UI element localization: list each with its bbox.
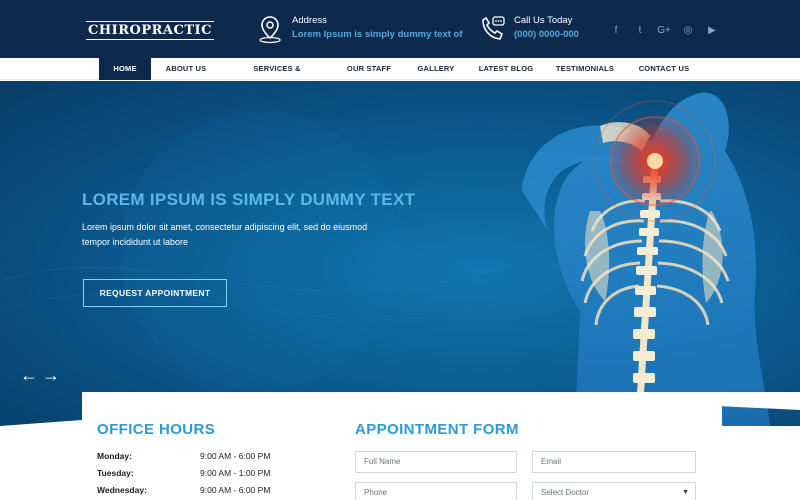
hours-time: 9:00 AM - 1:00 PM	[200, 468, 271, 478]
social-links: f t G+ ◎ ▶	[610, 24, 718, 36]
nav-item-our-staff[interactable]: OUR STAFF	[342, 58, 396, 80]
chevron-down-icon: ▼	[682, 489, 689, 496]
hours-row: Monday: 9:00 AM - 6:00 PM	[97, 451, 270, 461]
main-nav: HOME ABOUT US SERVICES & TECHNIQUES OUR …	[0, 58, 800, 95]
hero-slider: LOREM IPSUM IS SIMPLY DUMMY TEXT Lorem i…	[0, 81, 800, 426]
nav-item-latest-blog[interactable]: LATEST BLOG	[476, 58, 536, 80]
nav-item-testimonials[interactable]: TESTIMONIALS	[553, 58, 617, 80]
twitter-icon[interactable]: t	[634, 24, 646, 36]
hero-skeleton-illustration	[0, 92, 770, 426]
youtube-icon[interactable]: ▶	[706, 24, 718, 36]
phone-label: Call Us Today	[514, 15, 573, 26]
address-value: Lorem Ipsum is simply dummy text of	[292, 29, 463, 40]
select-doctor-dropdown[interactable]: Select Doctor ▼	[532, 482, 696, 500]
phone-block: Call Us Today (000) 0000-000	[478, 14, 579, 44]
hours-row: Tuesday: 9:00 AM - 1:00 PM	[97, 468, 270, 478]
hero-text: Lorem ipsum dolor sit amet, consectetur …	[82, 222, 368, 247]
full-name-input[interactable]: Full Name	[355, 451, 517, 473]
appointment-form-title: APPOINTMENT FORM	[355, 421, 519, 438]
hero-title: LOREM IPSUM IS SIMPLY DUMMY TEXT	[82, 190, 416, 209]
nav-item-about-us[interactable]: ABOUT US	[160, 58, 212, 80]
hours-time: 9:00 AM - 6:00 PM	[200, 451, 271, 461]
hours-time: 9:00 AM - 6:00 PM	[200, 485, 271, 495]
slider-arrows: ← →	[20, 366, 60, 384]
phone-value[interactable]: (000) 0000-000	[514, 28, 579, 42]
address-label: Address	[292, 15, 327, 26]
phone-input[interactable]: Phone	[355, 482, 517, 500]
logo[interactable]: CHIROPRACTIC	[86, 12, 214, 48]
arrow-left-icon[interactable]: ←	[20, 366, 38, 384]
instagram-icon[interactable]: ◎	[682, 24, 694, 36]
office-hours-title: OFFICE HOURS	[97, 421, 216, 438]
nav-item-contact-us[interactable]: CONTACT US	[636, 58, 692, 80]
hours-day: Wednesday:	[97, 485, 147, 495]
hours-row: Wednesday: 9:00 AM - 6:00 PM	[97, 485, 270, 495]
select-doctor-value: Select Doctor	[541, 488, 590, 497]
phone-icon	[482, 16, 505, 40]
hours-day: Monday:	[97, 451, 132, 461]
hours-day: Tuesday:	[97, 468, 134, 478]
top-header: CHIROPRACTIC Address Lorem Ipsum is simp…	[0, 0, 800, 58]
google-plus-icon[interactable]: G+	[657, 24, 671, 36]
nav-item-gallery[interactable]: GALLERY	[413, 58, 459, 80]
email-input[interactable]: Email	[532, 451, 696, 473]
address-block: Address Lorem Ipsum is simply dummy text…	[256, 14, 463, 44]
nav-item-services[interactable]: SERVICES & TECHNIQUES	[228, 58, 326, 95]
nav-item-home[interactable]: HOME	[99, 58, 151, 80]
map-pin-icon	[259, 16, 281, 44]
request-appointment-button[interactable]: REQUEST APPOINTMENT	[83, 279, 227, 307]
arrow-right-icon[interactable]: →	[42, 366, 60, 384]
facebook-icon[interactable]: f	[610, 24, 622, 36]
logo-text: CHIROPRACTIC	[86, 20, 214, 40]
